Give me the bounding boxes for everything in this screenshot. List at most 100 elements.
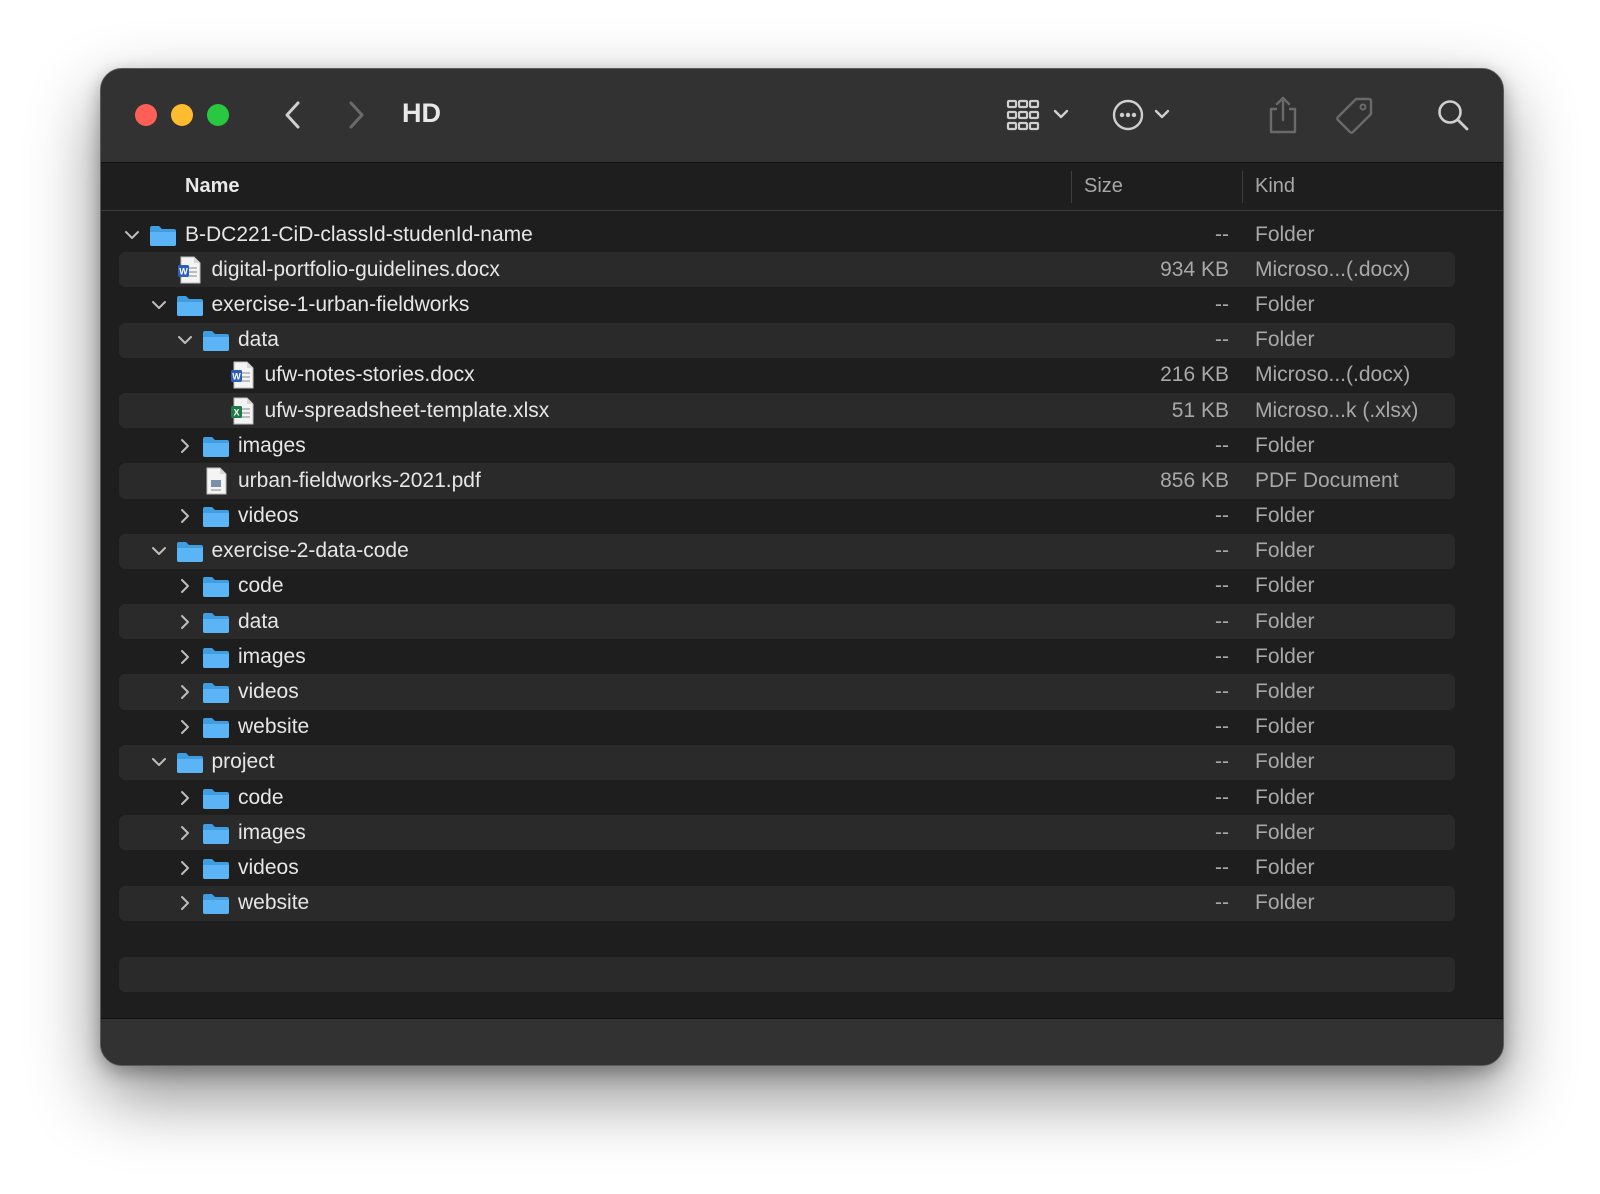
search-icon (1438, 100, 1469, 131)
column-divider[interactable] (1242, 171, 1243, 203)
name-cell: website (176, 710, 309, 745)
file-kind: Folder (1255, 715, 1315, 739)
file-size: -- (1215, 750, 1229, 774)
tag-icon (1336, 97, 1373, 134)
name-cell: videos (176, 499, 299, 534)
file-name: images (238, 644, 306, 668)
file-row[interactable]: code -- Folder (119, 780, 1455, 815)
file-row[interactable]: code -- Folder (119, 569, 1455, 604)
file-size: -- (1215, 328, 1229, 352)
file-size: 934 KB (1160, 257, 1229, 281)
file-name: data (238, 328, 279, 352)
file-name: images (238, 433, 306, 457)
file-list: B-DC221-CiD-classId-studenId-name -- Folde… (119, 217, 1455, 921)
disclosure-collapsed-icon[interactable] (176, 824, 194, 842)
file-size: -- (1215, 891, 1229, 915)
file-kind: Folder (1255, 891, 1315, 915)
folder-icon (176, 293, 204, 317)
name-cell: images (176, 428, 306, 463)
file-row[interactable]: website -- Folder (119, 710, 1455, 745)
disclosure-collapsed-icon[interactable] (176, 577, 194, 595)
file-row[interactable]: data -- Folder (119, 604, 1455, 640)
file-name: data (238, 609, 279, 633)
file-kind: Folder (1255, 609, 1315, 633)
disclosure-collapsed-icon[interactable] (176, 437, 194, 455)
chevron-left-icon (285, 101, 300, 129)
file-kind: Folder (1255, 433, 1315, 457)
name-cell: project (150, 745, 275, 780)
file-row[interactable]: Wdigital-portfolio-guidelines.docx 934 KB… (119, 252, 1455, 288)
disclosure-expanded-icon[interactable] (123, 226, 141, 244)
view-mode-button[interactable] (1006, 93, 1076, 137)
file-row[interactable]: Xufw-spreadsheet-template.xlsx 51 KB Micro… (119, 392, 1455, 429)
excel-sheet-icon: X (229, 397, 257, 425)
folder-icon (202, 856, 230, 880)
folder-icon (149, 223, 177, 247)
file-kind: Folder (1255, 680, 1315, 704)
disclosure-collapsed-icon[interactable] (176, 683, 194, 701)
file-row[interactable]: images -- Folder (119, 428, 1455, 463)
file-kind: Folder (1255, 785, 1315, 809)
folder-icon (202, 610, 230, 634)
pdf-doc-icon (202, 467, 230, 495)
word-doc-icon: W (229, 361, 257, 389)
file-row[interactable]: exercise-2-data-code -- Folder (119, 533, 1455, 569)
file-size: -- (1215, 539, 1229, 563)
search-button[interactable] (1431, 93, 1475, 137)
file-row[interactable]: images -- Folder (119, 639, 1455, 674)
file-row[interactable]: urban-fieldworks-2021.pdf 856 KB PDF Docum… (119, 463, 1455, 499)
file-name: exercise-2-data-code (211, 539, 409, 563)
share-button[interactable] (1263, 93, 1303, 137)
window-title: HD (402, 98, 441, 128)
close-window-button[interactable] (135, 104, 157, 126)
folder-icon (202, 715, 230, 739)
folder-icon (202, 891, 230, 915)
disclosure-expanded-icon[interactable] (176, 331, 194, 349)
disclosure-collapsed-icon[interactable] (176, 718, 194, 736)
disclosure-expanded-icon[interactable] (150, 296, 168, 314)
file-row[interactable]: website -- Folder (119, 885, 1455, 921)
folder-icon (202, 434, 230, 458)
file-row[interactable]: videos -- Folder (119, 674, 1455, 710)
file-name: videos (238, 680, 299, 704)
disclosure-collapsed-icon[interactable] (176, 789, 194, 807)
file-row[interactable]: videos -- Folder (119, 499, 1455, 534)
file-kind: PDF Document (1255, 468, 1399, 492)
file-size: -- (1215, 222, 1229, 246)
column-header-kind[interactable]: Kind (1255, 175, 1295, 198)
file-row[interactable]: project -- Folder (119, 744, 1455, 780)
file-name: videos (238, 504, 299, 528)
forward-button[interactable] (338, 97, 374, 133)
action-menu-button[interactable] (1111, 93, 1181, 137)
column-header-name[interactable]: Name (185, 175, 239, 198)
tag-button[interactable] (1333, 93, 1377, 137)
disclosure-collapsed-icon[interactable] (176, 507, 194, 525)
minimize-window-button[interactable] (171, 104, 193, 126)
file-row[interactable]: exercise-1-urban-fieldworks -- Folder (119, 287, 1455, 322)
empty-list-row (119, 957, 1455, 992)
column-header-size[interactable]: Size (1084, 175, 1123, 198)
file-name: project (211, 750, 275, 774)
column-divider[interactable] (1071, 171, 1072, 203)
disclosure-collapsed-icon[interactable] (176, 613, 194, 631)
file-row[interactable]: data -- Folder (119, 322, 1455, 358)
file-row[interactable]: B-DC221-CiD-classId-studenId-name -- Folde… (119, 217, 1455, 252)
file-row[interactable]: Wufw-notes-stories.docx 216 KB Microso...(… (119, 358, 1455, 393)
file-size: -- (1215, 644, 1229, 668)
disclosure-collapsed-icon[interactable] (176, 648, 194, 666)
disclosure-expanded-icon[interactable] (150, 753, 168, 771)
file-name: urban-fieldworks-2021.pdf (238, 468, 481, 492)
toolbar: HD (101, 69, 1503, 163)
disclosure-collapsed-icon[interactable] (176, 859, 194, 877)
file-row[interactable]: images -- Folder (119, 815, 1455, 851)
file-row[interactable]: videos -- Folder (119, 850, 1455, 885)
back-button[interactable] (275, 97, 311, 133)
disclosure-collapsed-icon[interactable] (176, 894, 194, 912)
file-size: -- (1215, 433, 1229, 457)
file-kind: Folder (1255, 644, 1315, 668)
zoom-window-button[interactable] (207, 104, 229, 126)
disclosure-expanded-icon[interactable] (150, 542, 168, 560)
file-name: website (238, 715, 310, 739)
file-kind: Folder (1255, 504, 1315, 528)
svg-text:W: W (179, 266, 188, 276)
